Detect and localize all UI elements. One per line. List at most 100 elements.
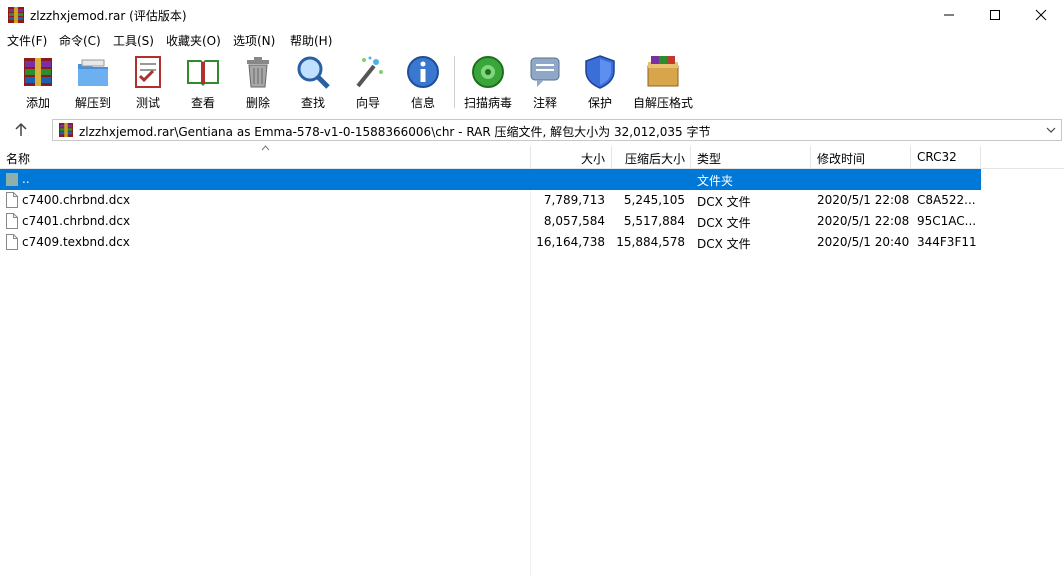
sfx-button[interactable]: 自解压格式 — [632, 54, 694, 111]
menu-file[interactable]: 文件(F) — [7, 32, 47, 49]
cell-name: .. — [22, 172, 30, 186]
test-button[interactable]: 测试 — [123, 54, 173, 111]
info-icon — [405, 54, 441, 90]
minimize-icon — [943, 9, 955, 21]
cell-size: 16,164,738 — [531, 235, 605, 249]
sort-asc-icon — [261, 145, 270, 151]
sfx-icon — [645, 54, 681, 90]
add-label: 添加 — [13, 94, 63, 111]
view-label: 查看 — [178, 94, 228, 111]
trash-icon — [240, 54, 276, 90]
cell-modified: 2020/5/1 22:08 — [817, 193, 909, 207]
column-divider — [910, 146, 911, 168]
column-packed[interactable]: 压缩后大小 — [612, 150, 685, 167]
column-crc[interactable]: CRC32 — [917, 150, 957, 164]
add-archive-icon — [20, 54, 56, 90]
toolbar: 添加 解压到 测试 查看 — [0, 50, 1064, 114]
sfx-label: 自解压格式 — [632, 94, 694, 111]
menu-bar: 文件(F) 命令(C) 工具(S) 收藏夹(O) 选项(N) 帮助(H) — [0, 30, 1064, 50]
column-divider — [690, 146, 691, 168]
virus-scan-button[interactable]: 扫描病毒 — [463, 54, 513, 111]
close-icon — [1035, 9, 1047, 21]
close-button[interactable] — [1018, 0, 1064, 30]
rar-archive-icon — [59, 123, 73, 137]
window-title: zlzzhxjemod.rar (评估版本) — [30, 7, 187, 24]
test-label: 测试 — [123, 94, 173, 111]
file-icon — [6, 192, 18, 208]
virus-scan-label: 扫描病毒 — [463, 94, 513, 111]
toolbar-separator — [454, 56, 455, 108]
cell-packed: 5,517,884 — [612, 214, 685, 228]
cell-name: c7409.texbnd.dcx — [22, 235, 130, 249]
extract-to-label: 解压到 — [68, 94, 118, 111]
cell-size: 8,057,584 — [531, 214, 605, 228]
wizard-icon — [350, 54, 386, 90]
address-bar: zlzzhxjemod.rar\Gentiana as Emma-578-v1-… — [0, 115, 1064, 145]
table-row[interactable]: c7401.chrbnd.dcx 8,057,584 5,517,884 DCX… — [0, 211, 981, 232]
cell-crc: 95C1AC... — [917, 214, 976, 228]
file-icon — [6, 213, 18, 229]
test-icon — [130, 54, 166, 90]
up-arrow-icon[interactable] — [12, 121, 30, 139]
cell-type: DCX 文件 — [697, 193, 751, 210]
find-label: 查找 — [288, 94, 338, 111]
maximize-icon — [989, 9, 1001, 21]
menu-options[interactable]: 选项(N) — [233, 32, 275, 49]
menu-command[interactable]: 命令(C) — [59, 32, 101, 49]
chevron-down-icon[interactable] — [1045, 124, 1057, 136]
add-button[interactable]: 添加 — [13, 54, 63, 111]
column-divider — [810, 146, 811, 168]
delete-label: 删除 — [233, 94, 283, 111]
parent-folder-icon — [6, 171, 18, 187]
cell-modified: 2020/5/1 22:08 — [817, 214, 909, 228]
delete-button[interactable]: 删除 — [233, 54, 283, 111]
cell-crc: C8A522... — [917, 193, 976, 207]
comment-icon — [527, 54, 563, 90]
comment-button[interactable]: 注释 — [520, 54, 570, 111]
extract-to-button[interactable]: 解压到 — [68, 54, 118, 111]
table-row[interactable]: c7409.texbnd.dcx 16,164,738 15,884,578 D… — [0, 232, 981, 253]
column-name[interactable]: 名称 — [6, 150, 30, 167]
wizard-label: 向导 — [343, 94, 393, 111]
file-list: 名称 大小 压缩后大小 类型 修改时间 CRC32 .. 文件夹 c7400.c… — [0, 146, 1064, 577]
column-size[interactable]: 大小 — [531, 150, 605, 167]
minimize-button[interactable] — [926, 0, 972, 30]
cell-type: DCX 文件 — [697, 214, 751, 231]
winrar-app-icon — [8, 7, 24, 23]
comment-label: 注释 — [520, 94, 570, 111]
path-field[interactable]: zlzzhxjemod.rar\Gentiana as Emma-578-v1-… — [52, 119, 1062, 141]
virus-scan-icon — [470, 54, 506, 90]
cell-crc: 344F3F11 — [917, 235, 977, 249]
cell-type: DCX 文件 — [697, 235, 751, 252]
cell-type: 文件夹 — [697, 172, 733, 189]
extract-to-icon — [75, 54, 111, 90]
find-button[interactable]: 查找 — [288, 54, 338, 111]
column-type[interactable]: 类型 — [697, 150, 721, 167]
column-header-row: 名称 大小 压缩后大小 类型 修改时间 CRC32 — [0, 146, 1064, 169]
protect-button[interactable]: 保护 — [575, 54, 625, 111]
view-button[interactable]: 查看 — [178, 54, 228, 111]
menu-favorites[interactable]: 收藏夹(O) — [166, 32, 221, 49]
column-modified[interactable]: 修改时间 — [817, 150, 865, 167]
cell-modified: 2020/5/1 20:40 — [817, 235, 909, 249]
magnifier-icon — [295, 54, 331, 90]
table-row[interactable]: c7400.chrbnd.dcx 7,789,713 5,245,105 DCX… — [0, 190, 981, 211]
maximize-button[interactable] — [972, 0, 1018, 30]
cell-packed: 15,884,578 — [612, 235, 685, 249]
cell-name: c7400.chrbnd.dcx — [22, 193, 130, 207]
cell-name: c7401.chrbnd.dcx — [22, 214, 130, 228]
column-divider — [980, 146, 981, 168]
cell-size: 7,789,713 — [531, 193, 605, 207]
menu-tools[interactable]: 工具(S) — [113, 32, 154, 49]
view-book-icon — [185, 54, 221, 90]
table-row[interactable]: .. 文件夹 — [0, 169, 981, 190]
file-icon — [6, 234, 18, 250]
wizard-button[interactable]: 向导 — [343, 54, 393, 111]
menu-help[interactable]: 帮助(H) — [290, 32, 332, 49]
info-label: 信息 — [398, 94, 448, 111]
protect-label: 保护 — [575, 94, 625, 111]
path-text: zlzzhxjemod.rar\Gentiana as Emma-578-v1-… — [79, 123, 711, 140]
title-bar: zlzzhxjemod.rar (评估版本) — [0, 0, 1064, 30]
info-button[interactable]: 信息 — [398, 54, 448, 111]
shield-icon — [582, 54, 618, 90]
